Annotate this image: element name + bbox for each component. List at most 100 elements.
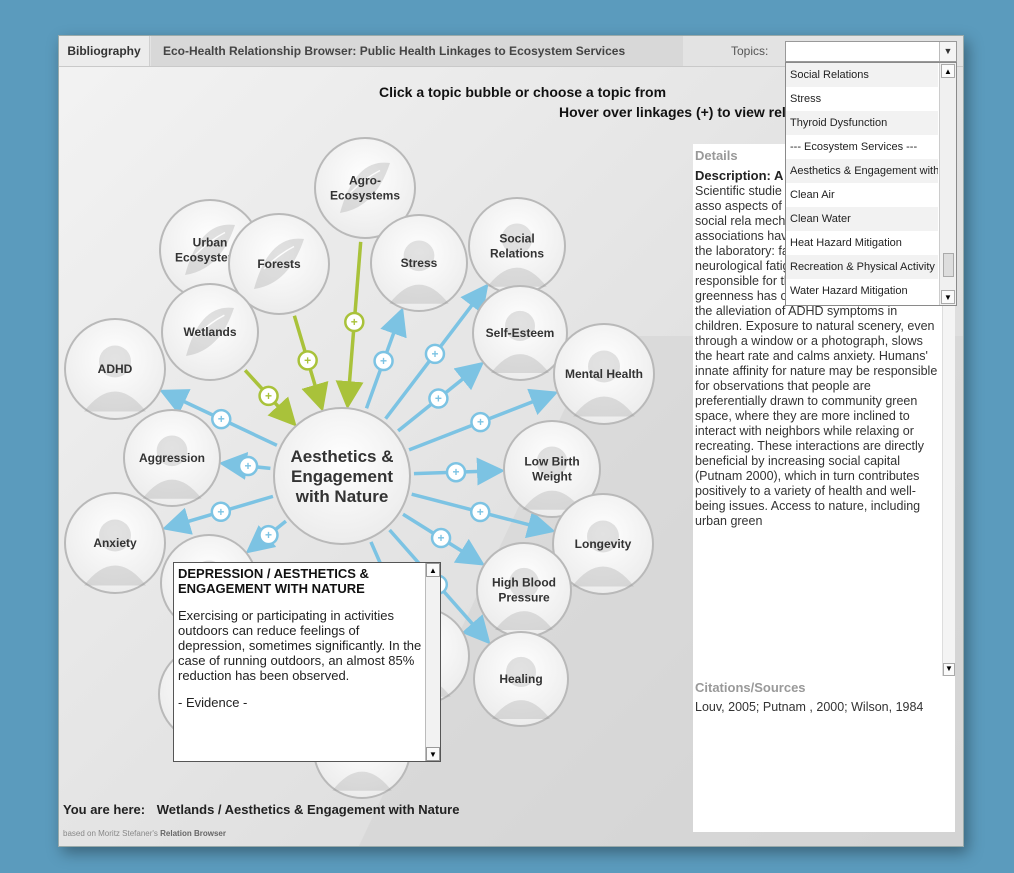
topics-dropdown-list[interactable]: Social Relations Stress Thyroid Dysfunct… (785, 62, 957, 306)
app-window: ++++++++++++++++ Agro-EcosystemsUrbanEco… (58, 35, 964, 847)
svg-text:+: + (245, 459, 252, 473)
high-blood-pressure-bubble-label: Pressure (498, 591, 550, 605)
low-birth-weight-bubble-label: Low Birth (524, 455, 579, 469)
svg-text:+: + (265, 389, 272, 403)
forests-bubble-label: Forests (257, 257, 301, 271)
social-relations-bubble-label: Relations (490, 247, 544, 261)
high-blood-pressure-bubble-label: High Blood (492, 576, 556, 590)
svg-text:+: + (431, 347, 438, 361)
svg-text:+: + (477, 415, 484, 429)
anxiety-linkage-plus[interactable]: + (210, 501, 232, 523)
svg-text:+: + (477, 505, 484, 519)
bibliography-tab[interactable]: Bibliography (59, 36, 150, 66)
wetlands-bubble[interactable]: Wetlands (161, 283, 259, 381)
adhd-bubble-label: ADHD (98, 362, 133, 376)
healing-bubble[interactable]: Healing (473, 631, 569, 727)
dropdown-item-recreation[interactable]: Recreation & Physical Activity (786, 255, 938, 279)
topics-select[interactable]: ▼ (785, 41, 957, 62)
dropdown-item-social-relations[interactable]: Social Relations (786, 63, 938, 87)
social-relations-linkage-plus[interactable]: + (424, 343, 446, 365)
stress-bubble[interactable]: Stress (370, 214, 468, 312)
mental-health-bubble-label: Mental Health (565, 367, 643, 381)
longevity-linkage-plus[interactable]: + (469, 501, 491, 523)
agro-bubble-label: Agro- (349, 174, 381, 188)
self-esteem-bubble[interactable]: Self-Esteem (472, 285, 568, 381)
dropdown-item-heat-hazard[interactable]: Heat Hazard Mitigation (786, 231, 938, 255)
breadcrumb-path[interactable]: Wetlands / Aesthetics & Engagement with … (157, 802, 460, 817)
healing-bubble-label: Healing (499, 672, 542, 686)
svg-text:+: + (217, 505, 224, 519)
longevity-bubble-label: Longevity (575, 537, 632, 551)
app-title-tab[interactable]: Eco-Health Relationship Browser: Public … (151, 36, 683, 66)
svg-text:+: + (304, 353, 311, 367)
dropdown-item-ecosystem-services-header[interactable]: --- Ecosystem Services --- (786, 135, 938, 159)
svg-text:+: + (438, 531, 445, 545)
scroll-up-icon[interactable]: ▲ (426, 563, 440, 577)
high-blood-pressure-linkage-plus[interactable]: + (430, 527, 452, 549)
center-topic-bubble[interactable]: Aesthetics &Engagementwith Nature (273, 407, 411, 545)
tooltip-title: DEPRESSION / AESTHETICS & ENGAGEMENT WIT… (178, 566, 369, 596)
wetlands-linkage-plus[interactable]: + (258, 385, 279, 407)
center-topic-bubble-label: Aesthetics & (291, 447, 394, 466)
urban-bubble-label: Urban (193, 236, 228, 250)
svg-text:+: + (218, 412, 225, 426)
scroll-down-icon[interactable]: ▼ (941, 290, 955, 304)
svg-text:+: + (435, 392, 442, 406)
social-relations-bubble[interactable]: SocialRelations (468, 197, 566, 295)
citations-body: Louv, 2005; Putnam , 2000; Wilson, 1984 (695, 700, 924, 714)
low-birth-weight-linkage-plus[interactable]: + (445, 461, 467, 483)
credit-prefix: based on Moritz Stefaner's (63, 829, 158, 838)
self-esteem-bubble-label: Self-Esteem (486, 326, 555, 340)
agro-bubble-label: Ecosystems (330, 189, 400, 203)
dropdown-item-stress[interactable]: Stress (786, 87, 938, 111)
wetlands-bubble-label: Wetlands (183, 325, 236, 339)
center-topic-bubble-label: with Nature (295, 487, 389, 506)
social-relations-bubble-label: Social (499, 232, 534, 246)
credit-link[interactable]: Relation Browser (160, 829, 226, 838)
mental-health-linkage-plus[interactable]: + (470, 411, 491, 433)
center-topic-bubble-label: Engagement (291, 467, 393, 486)
instruction-line-1: Click a topic bubble or choose a topic f… (379, 84, 667, 100)
dropdown-scrollbar[interactable]: ▲ ▼ (939, 63, 956, 305)
breadcrumb-label: You are here: (63, 802, 146, 817)
tooltip-evidence: - Evidence - (178, 695, 248, 710)
adhd-bubble[interactable]: ADHD (64, 318, 166, 420)
chevron-down-icon[interactable]: ▼ (939, 42, 956, 61)
depression-linkage-plus[interactable]: + (258, 524, 279, 546)
citations-heading: Citations/Sources (695, 680, 806, 695)
self-esteem-linkage-plus[interactable]: + (428, 388, 449, 409)
tooltip-body: Exercising or participating in activitie… (178, 608, 422, 683)
adhd-linkage-plus[interactable]: + (211, 408, 232, 430)
dropdown-item-clean-air[interactable]: Clean Air (786, 183, 938, 207)
linkage-tooltip: DEPRESSION / AESTHETICS & ENGAGEMENT WIT… (173, 562, 441, 762)
topics-label: Topics: (731, 44, 769, 58)
forests-linkage-plus[interactable]: + (297, 350, 318, 371)
scroll-thumb[interactable] (943, 253, 954, 277)
anxiety-bubble-label: Anxiety (93, 536, 137, 550)
scroll-down-icon[interactable]: ▼ (426, 747, 440, 761)
dropdown-item-aesthetics[interactable]: Aesthetics & Engagement with (786, 159, 938, 183)
high-blood-pressure-bubble[interactable]: High BloodPressure (476, 542, 572, 638)
mental-health-bubble[interactable]: Mental Health (553, 323, 655, 425)
aggression-linkage-plus[interactable]: + (237, 455, 259, 477)
anxiety-bubble[interactable]: Anxiety (64, 492, 166, 594)
scroll-up-icon[interactable]: ▲ (941, 64, 955, 78)
dropdown-item-clean-water[interactable]: Clean Water (786, 207, 938, 231)
stress-linkage-plus[interactable]: + (373, 350, 394, 372)
svg-text:+: + (351, 315, 358, 329)
aggression-bubble-label: Aggression (139, 451, 205, 465)
dropdown-item-water-hazard[interactable]: Water Hazard Mitigation (786, 279, 938, 303)
breadcrumb: You are here: Wetlands / Aesthetics & En… (63, 802, 459, 817)
credit-line: based on Moritz Stefaner's Relation Brow… (63, 829, 226, 838)
svg-text:+: + (380, 354, 387, 368)
scroll-down-icon[interactable]: ▼ (943, 663, 955, 676)
stress-bubble-label: Stress (401, 256, 438, 270)
aggression-bubble[interactable]: Aggression (123, 409, 221, 507)
svg-text:+: + (265, 528, 272, 542)
instruction-line-2: Hover over linkages (+) to view relat (559, 104, 799, 120)
dropdown-item-thyroid-dysfunction[interactable]: Thyroid Dysfunction (786, 111, 938, 135)
svg-text:+: + (452, 465, 459, 479)
agro-linkage-plus[interactable]: + (344, 311, 365, 333)
tooltip-scrollbar[interactable]: ▲ ▼ (425, 563, 440, 761)
low-birth-weight-bubble-label: Weight (532, 470, 572, 484)
